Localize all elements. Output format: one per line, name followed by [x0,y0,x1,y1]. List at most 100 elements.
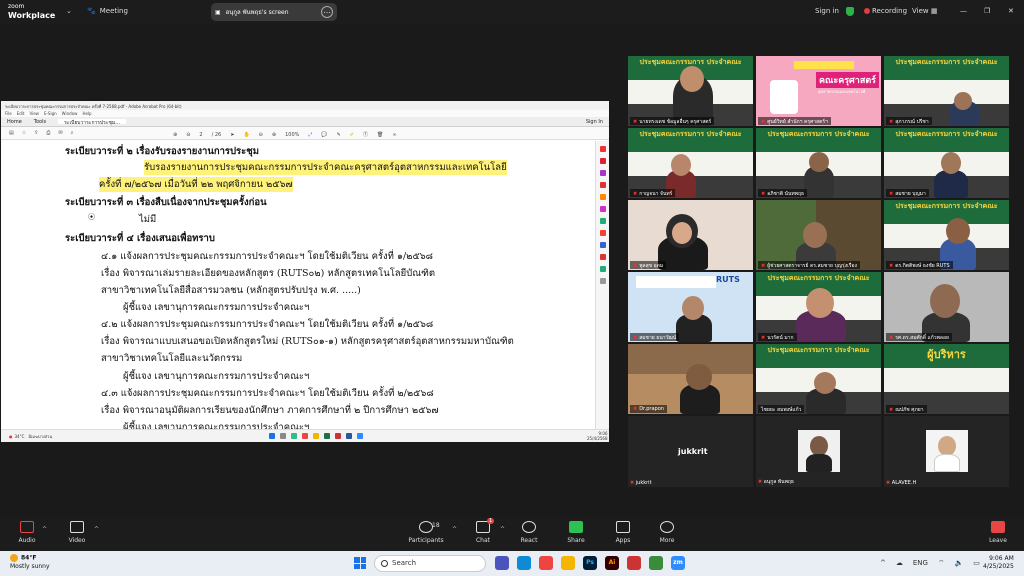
zoom-level[interactable]: 100% [285,132,299,138]
sign-in-link[interactable]: Sign in [815,7,839,15]
tab-home[interactable]: Home [7,119,22,125]
edge-icon[interactable] [517,556,531,570]
hand-icon[interactable]: ✋ [243,132,249,138]
search-icon[interactable]: ⌕ [71,130,74,136]
participant-tile[interactable]: ประชุมคณะกรรมการ ประจำคณะ ✖ อภิชาติ นันทพ… [756,128,881,198]
participant-tile[interactable]: ประชุมคณะกรรมการ ประจำคณะ ✖ ดร.กิตติพงษ์ … [884,200,1009,270]
file-explorer-icon[interactable] [561,556,575,570]
comment-icon[interactable]: 💬 [321,132,327,138]
prev-page-icon[interactable]: ⊕ [173,132,177,138]
highlight-icon[interactable]: ✐ [350,132,354,138]
photoshop-icon[interactable]: Ps [583,556,597,570]
menu-esign[interactable]: E-Sign [44,111,57,116]
participant-tile[interactable]: ประชุมคณะกรรมการ ประจำคณะ ✖ กาญจนา จันทร์ [628,128,753,198]
more-options-icon[interactable]: … [321,6,333,18]
view-menu[interactable]: View ▦ [912,7,937,15]
chat-button[interactable]: 1 Chat [463,518,503,544]
illustrator-icon[interactable]: Ai [605,556,619,570]
cloud-icon[interactable]: ☁ [896,559,903,568]
chrome-profile-icon[interactable] [649,556,663,570]
participants-options-caret[interactable]: ^ [452,526,457,533]
security-icon[interactable] [846,7,854,18]
menu-view[interactable]: View [29,111,39,116]
inner-folder-icon[interactable] [313,433,319,439]
react-button[interactable]: React [509,521,549,544]
close-icon[interactable]: ✕ [1008,7,1014,15]
participant-tile[interactable]: ✖ Dr.prapon [628,344,753,414]
acrobat-icon[interactable] [627,556,641,570]
tool-sign-icon[interactable] [599,206,606,212]
tool-comment-icon[interactable] [599,194,606,200]
teams-icon[interactable] [495,556,509,570]
tool-edit-icon[interactable] [599,170,606,176]
print-icon[interactable]: ⎙ [46,130,50,136]
inner-zoom-icon[interactable] [357,433,363,439]
tray-overflow-icon[interactable]: ^ [880,559,886,568]
acrobat-sign-in[interactable]: Sign In [586,119,603,125]
inner-edge-icon[interactable] [291,433,297,439]
chat-options-caret[interactable]: ^ [500,526,505,533]
tab-tools[interactable]: Tools [34,119,46,125]
participants-button[interactable]: 18 Participants [404,521,448,544]
apps-button[interactable]: Apps [603,521,643,544]
participant-tile[interactable]: ✖ รศ.ดร.สมศักดิ์ แก้วพลอย [884,272,1009,342]
active-speaker-tile[interactable]: ประชุมคณะกรรมการ ประจำคณะ ไชยยะ สมพงษ์แก… [756,344,881,414]
audio-button[interactable]: Audio [7,521,47,544]
tool-protect-icon[interactable] [599,230,606,236]
taskbar-clock[interactable]: 9:06 AM 4/25/2025 [983,555,1014,571]
zoom-in-icon[interactable]: ⊕ [272,132,276,138]
tab-document[interactable]: ระเบียบวาระการประชุม... [58,119,126,126]
participant-tile[interactable]: คณะครุศาสตร์ อุตสาหกรรมและเทคโนโลยี ✖ ศูน… [756,56,881,126]
tool-fill-icon[interactable] [599,242,606,248]
recording-indicator[interactable]: Recording [864,7,907,15]
screen-share-pill[interactable]: ▣ อนุกูล พันพฤธ's screen … [211,3,337,21]
wifi-icon[interactable]: ⌔ [938,559,945,568]
zoom-out-icon[interactable]: ⊖ [259,132,263,138]
participant-tile[interactable]: ประชุมคณะกรรมการ ประจำคณะ ✖ สุภาภรณ์ ปรีช… [884,56,1009,126]
battery-icon[interactable]: ▭ [973,559,980,568]
participant-tile[interactable]: RUTS ✖ สมชาย ธนาวัฒน์ [628,272,753,342]
share-button[interactable]: Share [556,521,596,544]
tool-compress-icon[interactable] [599,254,606,260]
star-icon[interactable]: ☆ [22,130,26,136]
video-button[interactable]: Video [57,521,97,544]
menu-file[interactable]: File [5,111,12,116]
volume-icon[interactable]: 🔈 [955,559,964,568]
language-indicator[interactable]: ENG [913,559,928,568]
chevron-down-icon[interactable]: ⌄ [66,7,72,15]
save-icon[interactable]: ▤ [9,130,14,136]
participant-tile[interactable]: ✖ อนุกูล พันพฤธ [756,416,881,487]
tool-organize-icon[interactable] [599,218,606,224]
participant-tile[interactable]: ✖ พูลสุข อุดม [628,200,753,270]
participant-tile[interactable]: ประชุมคณะกรรมการ ประจำคณะ ✖ นายทรงเดช ข้อ… [628,56,753,126]
tool-create-icon[interactable] [599,158,606,164]
next-page-icon[interactable]: ⊖ [186,132,190,138]
tool-settings-icon[interactable] [599,278,606,284]
tool-combine-icon[interactable] [599,182,606,188]
participant-tile[interactable]: ✖ ALAVEE.H [884,416,1009,487]
page-number[interactable]: 2 [199,132,202,138]
link-icon[interactable]: ∞ [392,132,396,138]
more-button[interactable]: More [647,521,687,544]
fit-icon[interactable]: ⤢ [308,132,312,138]
inner-word-icon[interactable] [346,433,352,439]
zoom-icon[interactable]: zm [671,556,685,570]
windows-start-icon[interactable] [354,557,366,569]
delete-icon[interactable]: 🗑 [377,132,383,138]
leave-button[interactable]: Leave [978,521,1018,544]
pen-icon[interactable]: ✎ [337,132,341,138]
tool-export-icon[interactable] [599,146,606,152]
participant-tile-no-video[interactable]: jukkrit ✖ jukkrit [628,416,753,487]
video-options-caret[interactable]: ^ [94,526,99,533]
chrome-icon[interactable] [539,556,553,570]
mail-icon[interactable]: ✉ [58,130,62,136]
inner-acrobat-icon[interactable] [335,433,341,439]
inner-chrome-icon[interactable] [302,433,308,439]
menu-edit[interactable]: Edit [17,111,25,116]
inner-excel-icon[interactable] [324,433,330,439]
participant-tile[interactable]: ผู้บริหาร ✖ ณปภัช ศุภยา [884,344,1009,414]
tool-more-icon[interactable] [599,266,606,272]
text-icon[interactable]: Ⓣ [363,131,368,138]
weather-widget[interactable]: 84°F Mostly sunny [10,554,50,571]
participant-tile[interactable]: ประชุมคณะกรรมการ ประจำคณะ ✖ นวรัตน์ มาก [756,272,881,342]
